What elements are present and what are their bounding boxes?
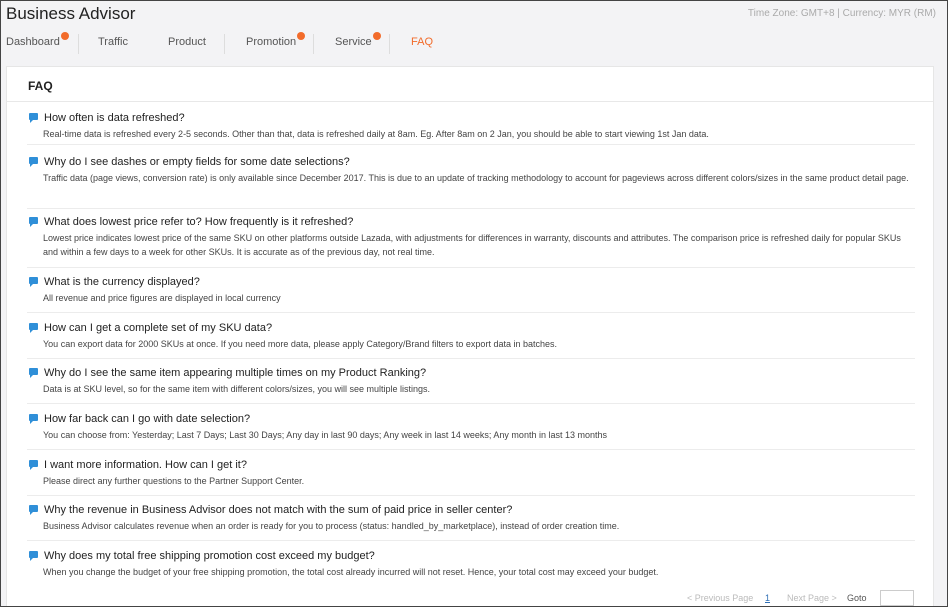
faq-question: Why do I see dashes or empty fields for …: [44, 156, 350, 168]
faq-panel: FAQ How often is data refreshed? Real-ti…: [6, 66, 934, 607]
faq-question: I want more information. How can I get i…: [44, 459, 247, 471]
faq-item: What is the currency displayed? All reve…: [27, 275, 915, 313]
faq-item: How far back can I go with date selectio…: [27, 412, 915, 450]
tab-divider: [389, 34, 390, 54]
next-page-link[interactable]: Next Page >: [787, 593, 837, 603]
faq-answer: Real-time data is refreshed every 2-5 se…: [43, 129, 709, 139]
notification-dot-icon: [372, 32, 381, 40]
prev-page-link[interactable]: < Previous Page: [687, 593, 753, 603]
tab-promotion[interactable]: Promotion: [246, 32, 306, 48]
faq-answer: Business Advisor calculates revenue when…: [43, 521, 620, 531]
tab-label: Dashboard: [6, 36, 60, 48]
faq-question: How can I get a complete set of my SKU d…: [44, 322, 273, 334]
speech-bubble-icon: [29, 217, 38, 227]
tab-label: Traffic: [98, 36, 128, 48]
divider: [7, 101, 933, 102]
tab-faq[interactable]: FAQ: [411, 36, 433, 48]
faq-item: How can I get a complete set of my SKU d…: [27, 321, 915, 359]
speech-bubble-icon: [29, 460, 38, 470]
faq-question: Why does my total free shipping promotio…: [44, 550, 375, 562]
faq-item: How often is data refreshed? Real-time d…: [27, 111, 915, 145]
tab-traffic[interactable]: Traffic: [98, 36, 128, 48]
speech-bubble-icon: [29, 277, 38, 287]
tab-service[interactable]: Service: [335, 32, 381, 48]
faq-answer: Traffic data (page views, conversion rat…: [43, 173, 909, 183]
tab-divider: [224, 34, 225, 54]
faq-answer: You can export data for 2000 SKUs at onc…: [43, 339, 557, 349]
faq-answer: Lowest price indicates lowest price of t…: [43, 233, 901, 257]
notification-dot-icon: [297, 32, 306, 40]
speech-bubble-icon: [29, 414, 38, 424]
tab-label: Promotion: [246, 36, 297, 48]
goto-page-input[interactable]: [880, 590, 914, 606]
speech-bubble-icon: [29, 323, 38, 333]
tab-divider: [78, 34, 79, 54]
app-title: Business Advisor: [6, 4, 136, 23]
speech-bubble-icon: [29, 113, 38, 123]
faq-item: Why do I see the same item appearing mul…: [27, 366, 915, 404]
faq-item: I want more information. How can I get i…: [27, 458, 915, 496]
faq-item: Why does my total free shipping promotio…: [27, 549, 915, 585]
speech-bubble-icon: [29, 157, 38, 167]
faq-answer: You can choose from: Yesterday; Last 7 D…: [43, 430, 607, 440]
goto-label: Goto: [847, 593, 867, 603]
timezone-currency-label: Time Zone: GMT+8 | Currency: MYR (RM): [747, 8, 936, 19]
tab-label: Product: [168, 36, 206, 48]
tab-divider: [313, 34, 314, 54]
nav-tabs: Dashboard Traffic Product Promotion Serv…: [0, 32, 600, 54]
speech-bubble-icon: [29, 368, 38, 378]
tab-product[interactable]: Product: [168, 36, 206, 48]
faq-answer: When you change the budget of your free …: [43, 567, 659, 577]
faq-question: How often is data refreshed?: [44, 112, 185, 124]
page-number-link[interactable]: 1: [765, 593, 770, 603]
top-header: Business Advisor Time Zone: GMT+8 | Curr…: [0, 0, 948, 60]
faq-answer: Data is at SKU level, so for the same it…: [43, 384, 430, 394]
faq-question: What does lowest price refer to? How fre…: [44, 216, 354, 228]
notification-dot-icon: [60, 32, 69, 40]
faq-item: What does lowest price refer to? How fre…: [27, 215, 915, 268]
speech-bubble-icon: [29, 505, 38, 515]
tab-dashboard[interactable]: Dashboard: [6, 32, 69, 48]
speech-bubble-icon: [29, 551, 38, 561]
faq-question: Why the revenue in Business Advisor does…: [44, 504, 513, 516]
faq-answer: Please direct any further questions to t…: [43, 476, 305, 486]
faq-answer: All revenue and price figures are displa…: [43, 293, 281, 303]
faq-question: How far back can I go with date selectio…: [44, 413, 251, 425]
panel-title: FAQ: [28, 79, 53, 93]
faq-question: What is the currency displayed?: [44, 276, 200, 288]
faq-question: Why do I see the same item appearing mul…: [44, 367, 427, 379]
faq-item: Why do I see dashes or empty fields for …: [27, 155, 915, 209]
faq-item: Why the revenue in Business Advisor does…: [27, 503, 915, 541]
tab-label: Service: [335, 36, 372, 48]
tab-label: FAQ: [411, 36, 434, 48]
